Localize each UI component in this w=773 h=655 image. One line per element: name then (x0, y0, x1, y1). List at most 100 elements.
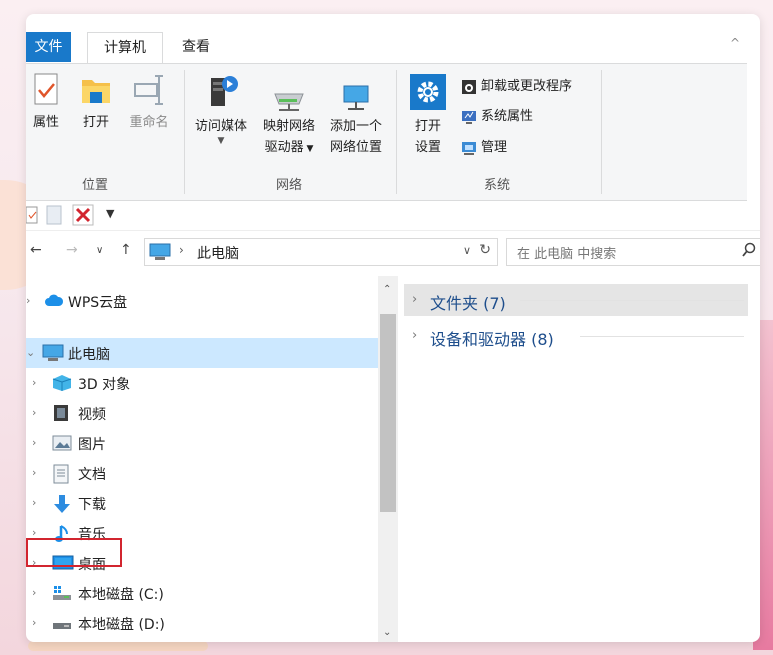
address-dropdown-chevron-icon[interactable]: ∨ (463, 244, 471, 257)
tree-item-drive-c[interactable]: › 本地磁盘 (C:) (26, 578, 378, 608)
media-server-icon (201, 76, 241, 116)
tab-view[interactable]: 查看 (171, 32, 221, 62)
tree-item-3d-objects[interactable]: › 3D 对象 (26, 368, 378, 398)
video-icon (52, 404, 70, 426)
ribbon: 属性 打开 重命名 位置 访问媒体 ▼ 映射网络 驱动器 ▼ 添加一个 网络位置… (26, 63, 747, 201)
add-location-label-line2: 网络位置 (329, 140, 382, 155)
system-properties-icon (460, 109, 481, 124)
highlight-box (26, 538, 122, 567)
cloud-icon (44, 292, 64, 312)
map-drive-label-line2: 驱动器 (264, 140, 304, 155)
chevron-right-icon[interactable]: › (32, 496, 36, 509)
open-settings-label-line1: 打开 (414, 119, 441, 134)
tree-item-label: 图片 (78, 437, 106, 453)
chevron-right-icon[interactable]: › (32, 586, 36, 599)
group-label-location: 位置 (82, 178, 109, 193)
tree-item-downloads[interactable]: › 下载 (26, 488, 378, 518)
open-settings-button[interactable]: 打开 设置 (406, 72, 450, 158)
recent-locations-chevron-icon[interactable]: ∨ (96, 245, 103, 256)
access-media-button[interactable]: 访问媒体 ▼ (190, 72, 252, 146)
chevron-right-icon[interactable]: › (32, 616, 36, 629)
search-placeholder: 在 此电脑 中搜索 (517, 247, 617, 262)
add-location-label-line1: 添加一个 (329, 119, 382, 134)
scroll-up-arrow-icon[interactable]: ⌃ (383, 284, 391, 295)
tree-item-documents[interactable]: › 文档 (26, 458, 378, 488)
properties-icon (30, 73, 62, 112)
address-row: ← → ∨ ↑ › 此电脑 ∨ ↻ 在 此电脑 中搜索 (26, 234, 760, 268)
properties-button[interactable]: 属性 (26, 72, 66, 133)
scrollbar-thumb[interactable] (380, 314, 396, 512)
dropdown-arrow-icon: ▼ (217, 136, 225, 146)
group-header-devices[interactable]: › 设备和驱动器 (8) (404, 320, 748, 352)
chevron-right-icon[interactable]: › (412, 292, 417, 307)
ribbon-separator (184, 70, 185, 194)
address-bar[interactable]: › 此电脑 ∨ ↻ (144, 238, 498, 266)
map-network-drive-button[interactable]: 映射网络 驱动器 ▼ (258, 82, 320, 160)
settings-gear-icon (408, 74, 448, 116)
refresh-icon[interactable]: ↻ (479, 242, 491, 258)
map-drive-label-line2-wrap: 驱动器 ▼ (258, 137, 320, 160)
document-check-icon[interactable] (26, 206, 38, 228)
tree-item-this-pc[interactable]: ⌄ 此电脑 (26, 338, 378, 368)
collapse-ribbon-icon[interactable]: ^ (730, 36, 740, 50)
tree-item-videos[interactable]: › 视频 (26, 398, 378, 428)
system-properties-button[interactable]: 系统属性 (460, 106, 533, 128)
uninstall-label: 卸载或更改程序 (481, 79, 573, 94)
rename-icon (131, 75, 167, 112)
picture-icon (52, 434, 72, 456)
chevron-down-icon[interactable]: ⌄ (26, 346, 35, 359)
navigation-pane: › WPS云盘 ⌄ 此电脑 › 3D 对象 › 视频 › 图片 › 文档 › 下… (26, 276, 398, 642)
chevron-right-icon[interactable]: › (32, 466, 36, 479)
quick-access-toolbar: ▼ (26, 200, 760, 231)
chevron-right-icon[interactable]: › (32, 376, 36, 389)
tree-item-label: 下载 (78, 497, 106, 513)
tree-item-label: 视频 (78, 407, 106, 423)
chevron-right-icon[interactable]: › (26, 294, 30, 307)
open-settings-label-line2: 设置 (414, 140, 441, 155)
chevron-right-icon[interactable]: › (412, 328, 417, 343)
tree-item-pictures[interactable]: › 图片 (26, 428, 378, 458)
blank-page-icon[interactable] (46, 205, 62, 229)
forward-arrow-icon[interactable]: → (66, 242, 78, 258)
group-divider (520, 300, 744, 301)
tree-item-label: WPS云盘 (68, 295, 128, 311)
scroll-down-arrow-icon[interactable]: ⌄ (383, 627, 391, 638)
delete-x-icon[interactable] (72, 204, 94, 230)
tree-item-label: 本地磁盘 (D:) (78, 617, 165, 633)
group-label-network: 网络 (276, 178, 303, 193)
chevron-right-icon[interactable]: › (32, 406, 36, 419)
up-arrow-icon[interactable]: ↑ (120, 242, 132, 258)
open-button[interactable]: 打开 (74, 72, 118, 133)
add-network-location-button[interactable]: 添加一个 网络位置 (324, 82, 388, 158)
folder-open-icon (78, 80, 114, 112)
system-properties-label: 系统属性 (481, 109, 534, 124)
chevron-right-icon[interactable]: › (32, 436, 36, 449)
tree-item-wps-cloud[interactable]: › WPS云盘 (26, 286, 378, 316)
tree-item-label: 本地磁盘 (C:) (78, 587, 164, 603)
uninstall-program-button[interactable]: 卸载或更改程序 (460, 76, 572, 98)
computer-icon (42, 344, 64, 366)
cube-3d-icon (52, 374, 72, 396)
customize-toolbar-icon[interactable]: ▼ (106, 207, 114, 220)
back-arrow-icon[interactable]: ← (30, 242, 42, 258)
download-arrow-icon (52, 494, 72, 518)
search-icon[interactable] (741, 242, 757, 262)
tree-item-drive-d[interactable]: › 本地磁盘 (D:) (26, 608, 378, 638)
tab-file[interactable]: 文件 (26, 32, 71, 62)
ribbon-tabs: 文件 计算机 查看 (26, 32, 760, 64)
manage-label: 管理 (481, 140, 508, 155)
search-box[interactable]: 在 此电脑 中搜索 (506, 238, 760, 266)
open-label: 打开 (82, 115, 109, 130)
manage-button[interactable]: 管理 (460, 137, 507, 159)
drive-icon (52, 614, 72, 636)
navigation-scrollbar[interactable]: ⌃ ⌄ (378, 276, 398, 642)
ribbon-separator (601, 70, 602, 194)
computer-icon (149, 243, 171, 265)
group-divider (580, 336, 744, 337)
uninstall-icon (460, 79, 481, 94)
address-path: 此电脑 (197, 246, 239, 262)
properties-label: 属性 (32, 115, 59, 130)
tab-computer[interactable]: 计算机 (87, 32, 163, 64)
rename-button[interactable]: 重命名 (124, 72, 174, 133)
group-header-folders[interactable]: › 文件夹 (7) (404, 284, 748, 316)
